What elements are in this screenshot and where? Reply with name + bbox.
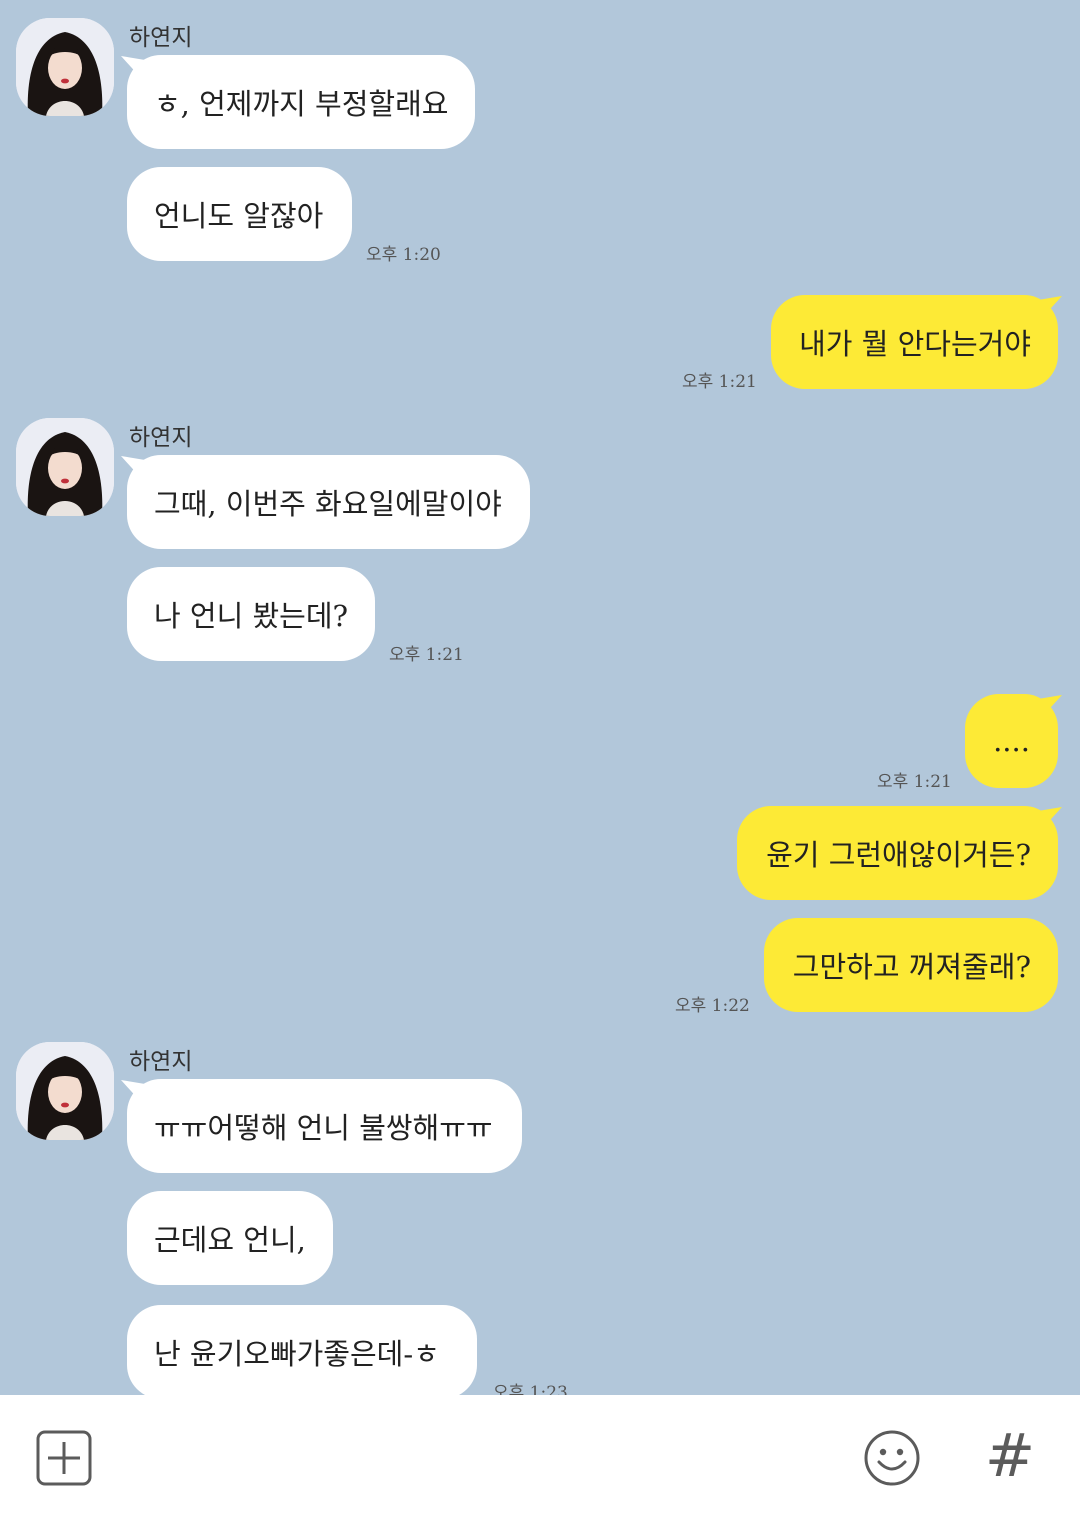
smiley-icon — [864, 1430, 920, 1486]
message-timestamp: 오후 1:20 — [366, 245, 441, 265]
message-text: 근데요 언니, — [154, 1223, 306, 1257]
message-bubble-outgoing[interactable]: 그만하고 꺼져줄래? — [764, 918, 1058, 1012]
message-bubble-outgoing[interactable]: 윤기 그런애않이거든? — [737, 806, 1058, 900]
message-bubble[interactable]: 근데요 언니, — [127, 1191, 333, 1285]
bubble-tail — [1038, 296, 1062, 318]
bubble-tail — [1038, 807, 1062, 829]
emoji-button[interactable] — [863, 1429, 921, 1487]
message-bubble[interactable]: 난 윤기오빠가좋은데-ㅎ — [127, 1305, 477, 1395]
message-bubble-outgoing[interactable]: 내가 뭘 안다는거야 — [771, 295, 1058, 389]
chat-area[interactable]: 하연지 ㅎ, 언제까지 부정할래요 언니도 알잖아 오후 1:20 내가 뭘 안… — [0, 0, 1080, 1395]
attach-button[interactable] — [36, 1430, 92, 1486]
avatar-image — [16, 18, 114, 116]
avatar-image — [16, 418, 114, 516]
message-timestamp: 오후 1:21 — [682, 372, 757, 392]
hashtag-button[interactable]: # — [984, 1419, 1036, 1493]
message-text: 윤기 그런애않이거든? — [766, 838, 1031, 872]
bubble-tail — [1038, 695, 1062, 717]
hashtag-icon: # — [984, 1421, 1036, 1491]
message-text: 그만하고 꺼져줄래? — [792, 950, 1031, 984]
message-bubble[interactable]: 언니도 알잖아 — [127, 167, 352, 261]
message-text: 내가 뭘 안다는거야 — [799, 327, 1031, 361]
message-bubble[interactable]: 그때, 이번주 화요일에말이야 — [127, 455, 530, 549]
message-text: 나 언니 봤는데? — [154, 599, 349, 633]
message-timestamp: 오후 1:23 — [493, 1383, 568, 1395]
profile-avatar[interactable] — [16, 1042, 114, 1140]
message-text: ㅎ, 언제까지 부정할래요 — [154, 87, 449, 121]
sender-name: 하연지 — [129, 1049, 193, 1075]
message-text: 그때, 이번주 화요일에말이야 — [154, 487, 502, 521]
profile-avatar[interactable] — [16, 18, 114, 116]
message-text: 언니도 알잖아 — [154, 199, 324, 233]
message-bubble[interactable]: ㅠㅠ어떻해 언니 불쌍해ㅠㅠ — [127, 1079, 522, 1173]
message-bubble[interactable]: 나 언니 봤는데? — [127, 567, 375, 661]
message-text: .... — [993, 724, 1030, 758]
profile-avatar[interactable] — [16, 418, 114, 516]
message-timestamp: 오후 1:21 — [389, 645, 464, 665]
plus-square-icon — [36, 1430, 92, 1486]
message-text: 난 윤기오빠가좋은데-ㅎ — [154, 1337, 440, 1371]
message-text: ㅠㅠ어떻해 언니 불쌍해ㅠㅠ — [154, 1111, 493, 1145]
avatar-image — [16, 1042, 114, 1140]
message-timestamp: 오후 1:22 — [675, 996, 750, 1016]
message-timestamp: 오후 1:21 — [877, 772, 952, 792]
composer-bar: # — [0, 1395, 1080, 1521]
sender-name: 하연지 — [129, 425, 193, 451]
sender-name: 하연지 — [129, 25, 193, 51]
message-bubble[interactable]: ㅎ, 언제까지 부정할래요 — [127, 55, 475, 149]
